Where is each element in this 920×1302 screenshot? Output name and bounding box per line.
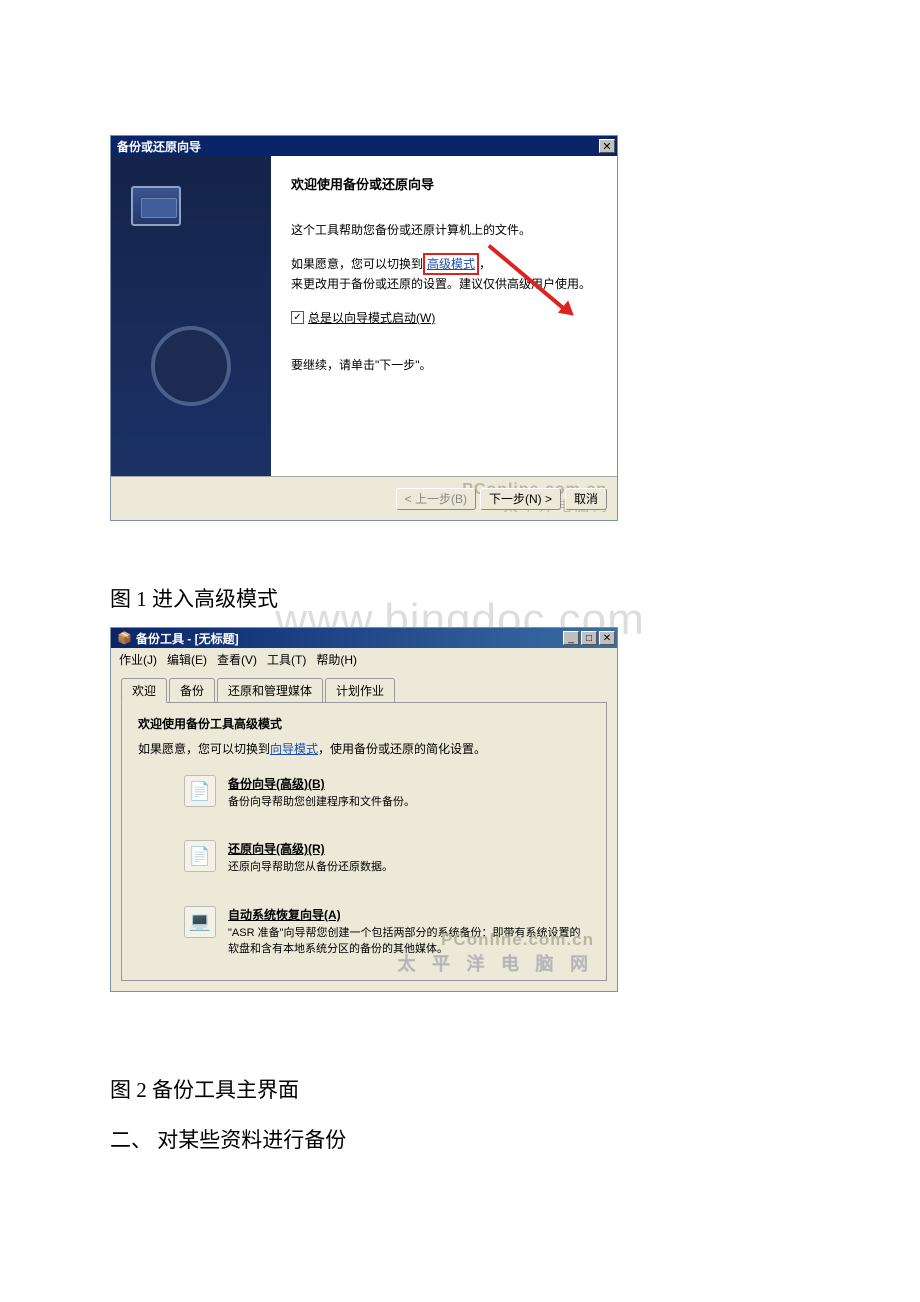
option-backup-wizard[interactable]: 📄 备份向导(高级)(B) 备份向导帮助您创建程序和文件备份。 <box>184 775 590 810</box>
backup-wizard-icon: 📄 <box>184 775 216 807</box>
figure1-caption: 图 1 进入高级模式 <box>110 583 920 613</box>
menu-job[interactable]: 作业(J) <box>119 651 157 668</box>
panel-heading: 欢迎使用备份工具高级模式 <box>138 715 590 732</box>
panel-subtext: 如果愿意，您可以切换到向导模式，使用备份或还原的简化设置。 <box>138 740 590 757</box>
close-button[interactable]: ✕ <box>599 631 615 645</box>
wizard-heading: 欢迎使用备份或还原向导 <box>291 174 595 193</box>
option-title: 自动系统恢复向导(A) <box>228 906 590 923</box>
option-desc: "ASR 准备"向导帮您创建一个包括两部分的系统备份：即带有系统设置的软盘和含有… <box>228 927 580 955</box>
tab-strip: 欢迎 备份 还原和管理媒体 计划作业 <box>111 671 617 702</box>
box-icon <box>151 326 231 406</box>
wizard-titlebar: 备份或还原向导 ✕ <box>111 136 617 156</box>
tab-backup[interactable]: 备份 <box>169 678 215 703</box>
option-title: 还原向导(高级)(R) <box>228 840 590 857</box>
checkbox-label: 总是以向导模式启动(W) <box>308 309 435 326</box>
tab-welcome[interactable]: 欢迎 <box>121 678 167 703</box>
asr-wizard-icon: 💻 <box>184 906 216 938</box>
wizard-footer: PConline.com.cn 太 平 洋 电 脑 网 < 上一步(B) 下一步… <box>111 476 617 520</box>
tab-panel: 欢迎使用备份工具高级模式 如果愿意，您可以切换到向导模式，使用备份或还原的简化设… <box>121 702 607 981</box>
option-desc: 还原向导帮助您从备份还原数据。 <box>228 861 393 873</box>
menu-edit[interactable]: 编辑(E) <box>167 651 207 668</box>
wizard-line4: 要继续，请单击"下一步"。 <box>291 356 595 374</box>
wizard-content: 欢迎使用备份或还原向导 这个工具帮助您备份或还原计算机上的文件。 如果愿意，您可… <box>271 156 617 476</box>
tool-title: 📦 备份工具 - [无标题] <box>117 630 563 647</box>
option-desc: 备份向导帮助您创建程序和文件备份。 <box>228 796 415 808</box>
menu-help[interactable]: 帮助(H) <box>316 651 357 668</box>
menu-tools[interactable]: 工具(T) <box>267 651 306 668</box>
advanced-mode-link[interactable]: 高级模式 <box>427 257 475 271</box>
wizard-title: 备份或还原向导 <box>117 138 599 155</box>
minimize-button[interactable]: _ <box>563 631 579 645</box>
wizard-dialog: 备份或还原向导 ✕ 欢迎使用备份或还原向导 这个工具帮助您备份或还原计算机上的文… <box>110 135 618 521</box>
wizard-side-graphic <box>111 156 271 476</box>
figure2-caption: 图 2 备份工具主界面 <box>110 1074 920 1104</box>
tab-schedule[interactable]: 计划作业 <box>325 678 395 703</box>
menu-view[interactable]: 查看(V) <box>217 651 257 668</box>
tab-restore[interactable]: 还原和管理媒体 <box>217 678 323 703</box>
wizard-mode-checkbox[interactable]: ✓ <box>291 311 304 324</box>
wizard-body: 欢迎使用备份或还原向导 这个工具帮助您备份或还原计算机上的文件。 如果愿意，您可… <box>111 156 617 476</box>
restore-wizard-icon: 📄 <box>184 840 216 872</box>
next-button[interactable]: 下一步(N) > <box>480 488 561 510</box>
maximize-button[interactable]: □ <box>581 631 597 645</box>
checkbox-row: ✓ 总是以向导模式启动(W) <box>291 309 595 326</box>
tool-titlebar: 📦 备份工具 - [无标题] _ □ ✕ <box>111 628 617 648</box>
wizard-line2: 如果愿意，您可以切换到高级模式， 来更改用于备份或还原的设置。建议仅供高级用户使… <box>291 253 595 293</box>
menu-bar: 作业(J) 编辑(E) 查看(V) 工具(T) 帮助(H) <box>111 648 617 671</box>
folder-icon <box>131 186 181 226</box>
back-button: < 上一步(B) <box>396 488 476 510</box>
section2-title: 二、 对某些资料进行备份 <box>110 1124 920 1154</box>
option-restore-wizard[interactable]: 📄 还原向导(高级)(R) 还原向导帮助您从备份还原数据。 <box>184 840 590 875</box>
option-asr-wizard[interactable]: 💻 自动系统恢复向导(A) "ASR 准备"向导帮您创建一个包括两部分的系统备份… <box>184 906 590 958</box>
app-icon: 📦 <box>117 631 132 645</box>
wizard-mode-link[interactable]: 向导模式 <box>270 742 318 756</box>
backup-tool-window: 📦 备份工具 - [无标题] _ □ ✕ 作业(J) 编辑(E) 查看(V) 工… <box>110 627 618 992</box>
option-title: 备份向导(高级)(B) <box>228 775 590 792</box>
cancel-button[interactable]: 取消 <box>565 488 607 510</box>
close-button[interactable]: ✕ <box>599 139 615 153</box>
wizard-line1: 这个工具帮助您备份或还原计算机上的文件。 <box>291 221 595 239</box>
